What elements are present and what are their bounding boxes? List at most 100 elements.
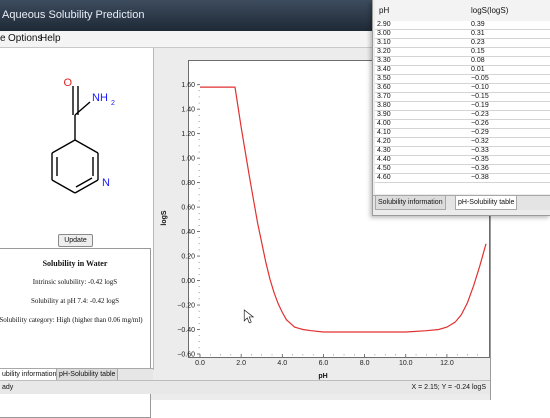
table-cell-ph: 3.30 [377,57,391,64]
y-axis-label: logS [161,210,168,225]
window-title: Aqueous Solubility Prediction [2,9,145,21]
x-tick-label: 12.0 [440,360,454,367]
table-cell-ph: 3.10 [377,39,391,46]
y-tick-label: 1.60 [181,82,195,89]
table-row[interactable]: 3.00 0.31 [375,30,550,39]
x-tick-label: 8.0 [360,360,370,367]
table-cell-logs: −0.29 [471,129,489,136]
y-tick-label: −0.20 [177,303,195,310]
table-tab-solubility-information[interactable]: Solubility information [375,196,446,210]
table-row[interactable]: 3.30 0.08 [375,57,550,66]
table-row[interactable]: 4.60 −0.38 [375,174,550,183]
menu-options[interactable]: Options [8,31,42,47]
table-row[interactable]: 4.00 −0.26 [375,120,550,129]
intrinsic-solubility: Intrinsic solubility: -0.42 logS [32,278,118,286]
table-row[interactable]: 3.90 −0.23 [375,111,550,120]
y-tick-label: 0.60 [181,205,195,212]
solubility-title: Solubility in Water [42,259,108,268]
structure-panel: O NH 2 N Update Solubility in Water Intr… [0,48,154,418]
table-cell-ph: 3.20 [377,48,391,55]
table-row[interactable]: 4.40 −0.35 [375,156,550,165]
x-tick-label: 4.0 [277,360,287,367]
table-row[interactable]: 3.70 −0.15 [375,93,550,102]
table-tab-ph-solubility-table[interactable]: pH-Solubility table [455,196,518,210]
y-tick-label: −0.40 [177,327,195,334]
x-tick-label: 0.0 [195,360,205,367]
table-cell-logs: −0.32 [471,138,489,145]
mouse-cursor-icon [243,309,255,324]
y-tick-label: 0.40 [181,229,195,236]
table-cell-logs: 0.31 [471,30,485,37]
table-cell-logs: 0.15 [471,48,485,55]
menu-file[interactable]: e [0,31,6,47]
menu-help[interactable]: Help [40,31,61,47]
x-tick-label: 10.0 [399,360,413,367]
table-cell-ph: 3.40 [377,66,391,73]
molecule-structure: O NH 2 N [51,77,115,194]
x-tick-label: 2.0 [236,360,246,367]
table-cell-logs: 0.01 [471,66,485,73]
table-cell-logs: −0.05 [471,75,489,82]
table-row[interactable]: 3.60 −0.10 [375,84,550,93]
table-cell-ph: 4.50 [377,165,391,172]
table-cell-logs: −0.33 [471,147,489,154]
y-tick-label: −0.60 [177,352,195,359]
table-cell-logs: −0.10 [471,84,489,91]
table-row[interactable]: 3.80 −0.19 [375,102,550,111]
cursor-coordinates: X = 2.15; Y = -0.24 logS [411,384,486,391]
y-tick-label: 1.00 [181,156,195,163]
table-cell-logs: −0.26 [471,120,489,127]
table-cell-ph: 3.90 [377,111,391,118]
y-tick-label: 0.80 [181,180,195,187]
table-cell-ph: 4.40 [377,156,391,163]
table-cell-ph: 3.70 [377,93,391,100]
table-header-ph[interactable]: pH [379,0,389,21]
table-cell-logs: −0.35 [471,156,489,163]
table-cell-ph: 4.00 [377,120,391,127]
x-tick-label: 6.0 [319,360,329,367]
table-cell-logs: −0.23 [471,111,489,118]
amine-subscript: 2 [111,100,115,107]
table-cell-ph: 3.60 [377,84,391,91]
status-bar: ady X = 2.15; Y = -0.24 logS [0,380,490,394]
table-row[interactable]: 4.10 −0.29 [375,129,550,138]
table-header: pH logS(logS) [375,0,550,22]
table-cell-logs: −0.36 [471,165,489,172]
table-cell-logs: 0.23 [471,39,485,46]
table-cell-logs: −0.15 [471,93,489,100]
table-cell-ph: 4.20 [377,138,391,145]
x-axis-label: pH [318,373,327,380]
oxygen-atom-label: O [63,77,72,89]
table-cell-ph: 4.60 [377,174,391,181]
table-row[interactable]: 3.10 0.23 [375,39,550,48]
ring-nitrogen-label: N [102,177,110,189]
amine-atom-label: NH [92,92,108,104]
table-cell-ph: 2.90 [377,21,391,28]
table-row[interactable]: 2.90 0.39 [375,21,550,30]
table-cell-ph: 4.10 [377,129,391,136]
solubility-category: Solubility category: High (higher than 0… [0,316,143,324]
table-cell-ph: 4.30 [377,147,391,154]
table-cell-logs: −0.19 [471,102,489,109]
status-text: ady [2,384,14,391]
table-cell-ph: 3.00 [377,30,391,37]
solubility-at-ph: Solubility at pH 7.4: -0.42 logS [30,297,120,305]
table-cell-logs: −0.38 [471,174,489,181]
table-cell-logs: 0.08 [471,57,485,64]
table-row[interactable]: 3.40 0.01 [375,66,550,75]
table-header-logs[interactable]: logS(logS) [471,0,508,21]
table-body[interactable]: 2.90 0.39 3.00 0.31 3.10 0.23 3.20 0.15 3.30 0.08… [375,21,550,194]
update-button[interactable]: Update [58,234,93,247]
ph-solubility-table-window: pH logS(logS) 2.90 0.39 3.00 0.31 3.10 0.23 3.… [372,0,550,216]
y-tick-label: 0.00 [181,278,195,285]
table-row[interactable]: 3.50 −0.05 [375,75,550,84]
table-row[interactable]: 3.20 0.15 [375,48,550,57]
y-tick-label: 1.20 [181,131,195,138]
table-cell-ph: 3.50 [377,75,391,82]
table-cell-logs: 0.39 [471,21,485,28]
table-cell-ph: 3.80 [377,102,391,109]
table-row[interactable]: 4.20 −0.32 [375,138,550,147]
y-tick-label: 0.20 [181,254,195,261]
table-row[interactable]: 4.30 −0.33 [375,147,550,156]
table-row[interactable]: 4.50 −0.36 [375,165,550,174]
